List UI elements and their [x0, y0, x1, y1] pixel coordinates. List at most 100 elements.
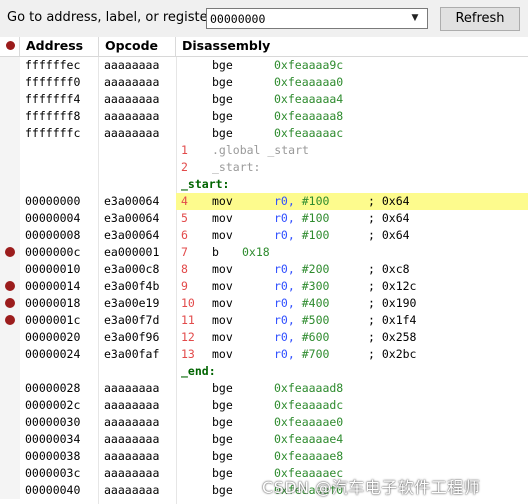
breakpoint-gutter[interactable]	[0, 210, 20, 227]
label-row[interactable]: _start:	[0, 176, 528, 193]
disassembly-row[interactable]: fffffff4 aaaaaaaa bge 0xfeaaaaa4	[0, 91, 528, 108]
opcode-column-header[interactable]: Opcode	[99, 37, 176, 56]
register-operand: r0,	[274, 296, 295, 310]
disassembly-row[interactable]: 00000028 aaaaaaaa bge 0xfeaaaad8	[0, 380, 528, 397]
mnemonic: bge	[212, 58, 233, 72]
breakpoint-gutter[interactable]	[0, 295, 20, 312]
address-cell: 00000020	[25, 330, 81, 344]
disassembly-row[interactable]: 0000002c aaaaaaaa bge 0xfeaaaadc	[0, 397, 528, 414]
immediate-operand: #600	[301, 330, 330, 344]
disassembly-row[interactable]: 00000030 aaaaaaaa bge 0xfeaaaae0	[0, 414, 528, 431]
operands: r0, #600	[274, 329, 329, 346]
disassembly-cell: bge 0xfeaaaaa0	[176, 74, 528, 91]
line-number: 10	[181, 296, 195, 310]
breakpoint-gutter[interactable]	[0, 261, 20, 278]
address-column-header[interactable]: Address	[20, 37, 99, 56]
immediate-operand: 0xfeaaaadc	[274, 398, 344, 412]
breakpoint-gutter[interactable]	[0, 482, 20, 499]
disassembly-row[interactable]: 00000004 e3a00064 5 mov r0, #100 ; 0x64	[0, 210, 528, 227]
label-row[interactable]: _end:	[0, 363, 528, 380]
disassembly-row[interactable]: 00000034 aaaaaaaa bge 0xfeaaaae4	[0, 431, 528, 448]
disassembly-row[interactable]: 00000024 e3a00faf 13 mov r0, #700 ; 0x2bc	[0, 346, 528, 363]
mnemonic: bge	[212, 126, 233, 140]
breakpoint-gutter[interactable]	[0, 74, 20, 91]
breakpoint-gutter[interactable]	[0, 448, 20, 465]
opcode-cell: e3a00f4b	[104, 279, 160, 293]
disassembly-list: ffffffec aaaaaaaa bge 0xfeaaaa9c fffffff0 aaa…	[0, 57, 528, 499]
breakpoint-icon[interactable]	[5, 247, 15, 257]
goto-label: Go to address, label, or register:	[7, 10, 218, 25]
breakpoint-gutter[interactable]	[0, 312, 20, 329]
opcode-cell: e3a00064	[104, 211, 160, 225]
breakpoint-gutter[interactable]	[0, 363, 20, 380]
comment: ; 0x1f4	[368, 313, 417, 327]
register-operand: r0,	[274, 194, 295, 208]
operands: r0, #200	[274, 261, 329, 278]
disassembly-row[interactable]: 00000008 e3a00064 6 mov r0, #100 ; 0x64	[0, 227, 528, 244]
disassembly-row[interactable]: 00000020 e3a00f96 12 mov r0, #600 ; 0x258	[0, 329, 528, 346]
breakpoint-gutter[interactable]	[0, 125, 20, 142]
breakpoint-gutter[interactable]	[0, 108, 20, 125]
disassembly-row[interactable]: ffffffec aaaaaaaa bge 0xfeaaaa9c	[0, 57, 528, 74]
breakpoint-gutter[interactable]	[0, 431, 20, 448]
source-row[interactable]: 1 .global _start	[0, 142, 528, 159]
disassembly-row[interactable]: 00000038 aaaaaaaa bge 0xfeaaaae8	[0, 448, 528, 465]
disassembly-cell: 2 _start:	[176, 159, 528, 176]
disassembly-row[interactable]: 0000000c ea000001 7 b 0x18	[0, 244, 528, 261]
column-header: Address Opcode Disassembly	[0, 37, 528, 57]
breakpoint-gutter[interactable]	[0, 346, 20, 363]
immediate-operand: 0xfeaaaae0	[274, 415, 344, 429]
breakpoint-gutter[interactable]	[0, 278, 20, 295]
breakpoint-gutter[interactable]	[0, 380, 20, 397]
breakpoint-gutter[interactable]	[0, 465, 20, 482]
address-cell: 00000030	[25, 415, 81, 429]
mnemonic: bge	[212, 466, 233, 480]
address-cell: 0000002c	[25, 398, 81, 412]
operands: 0xfeaaaaa4	[274, 91, 343, 108]
disassembly-row[interactable]: 0000001c e3a00f7d 11 mov r0, #500 ; 0x1f4	[0, 312, 528, 329]
disassembly-row[interactable]: 00000000 e3a00064 4 mov r0, #100 ; 0x64	[0, 193, 528, 210]
breakpoint-gutter[interactable]	[0, 227, 20, 244]
refresh-button[interactable]: Refresh	[440, 7, 520, 31]
disassembly-row[interactable]: 00000018 e3a00e19 10 mov r0, #400 ; 0x190	[0, 295, 528, 312]
breakpoint-gutter[interactable]	[0, 91, 20, 108]
breakpoint-gutter[interactable]	[0, 193, 20, 210]
breakpoint-gutter[interactable]	[0, 159, 20, 176]
breakpoint-gutter[interactable]	[0, 57, 20, 74]
address-cell	[20, 142, 99, 159]
operands: r0, #100	[274, 193, 329, 210]
breakpoint-gutter[interactable]	[0, 142, 20, 159]
line-number: 6	[181, 228, 188, 242]
disassembly-cell: 6 mov r0, #100 ; 0x64	[176, 227, 528, 244]
address-cell: 00000024	[25, 347, 81, 361]
breakpoint-gutter[interactable]	[0, 397, 20, 414]
address-cell: 00000018	[25, 296, 81, 310]
disassembly-row[interactable]: fffffff0 aaaaaaaa bge 0xfeaaaaa0	[0, 74, 528, 91]
disassembly-row[interactable]: fffffff8 aaaaaaaa bge 0xfeaaaaa8	[0, 108, 528, 125]
source-row[interactable]: 2 _start:	[0, 159, 528, 176]
address-cell: 00000010	[25, 262, 81, 276]
disassembly-row[interactable]: 00000010 e3a000c8 8 mov r0, #200 ; 0xc8	[0, 261, 528, 278]
immediate-operand: #300	[301, 279, 330, 293]
mnemonic: bge	[212, 449, 233, 463]
disassembly-column-header[interactable]: Disassembly	[176, 37, 528, 56]
disassembly-row[interactable]: fffffffc aaaaaaaa bge 0xfeaaaaac	[0, 125, 528, 142]
address-combobox[interactable]: ▼	[206, 8, 428, 29]
breakpoint-icon[interactable]	[5, 315, 15, 325]
opcode-cell: e3a000c8	[104, 262, 160, 276]
immediate-operand: 0xfeaaaae8	[274, 449, 344, 463]
line-number: 7	[181, 245, 188, 259]
mnemonic: mov	[212, 347, 233, 361]
opcode-cell: aaaaaaaa	[104, 449, 160, 463]
mnemonic: b	[212, 245, 219, 259]
breakpoint-icon[interactable]	[5, 298, 15, 308]
breakpoint-gutter[interactable]	[0, 414, 20, 431]
breakpoint-gutter[interactable]	[0, 244, 20, 261]
breakpoint-gutter[interactable]	[0, 176, 20, 193]
chevron-down-icon[interactable]: ▼	[403, 9, 427, 28]
opcode-cell: aaaaaaaa	[104, 381, 160, 395]
breakpoint-icon[interactable]	[5, 281, 15, 291]
address-input[interactable]	[210, 9, 400, 28]
breakpoint-gutter[interactable]	[0, 329, 20, 346]
disassembly-row[interactable]: 00000014 e3a00f4b 9 mov r0, #300 ; 0x12c	[0, 278, 528, 295]
